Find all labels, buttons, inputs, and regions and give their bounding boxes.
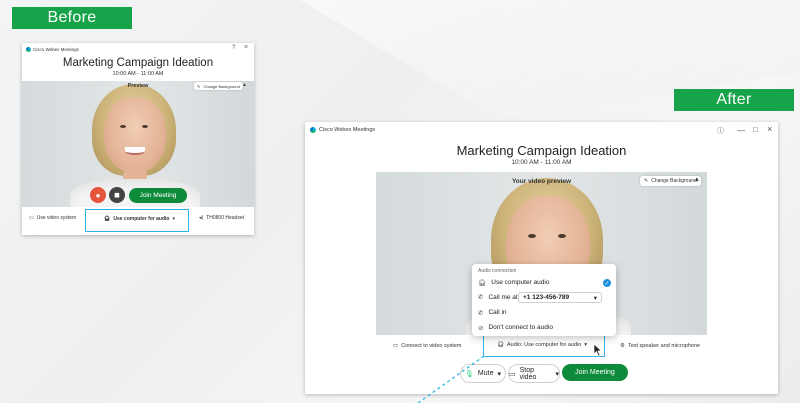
callout-connector bbox=[417, 355, 485, 403]
